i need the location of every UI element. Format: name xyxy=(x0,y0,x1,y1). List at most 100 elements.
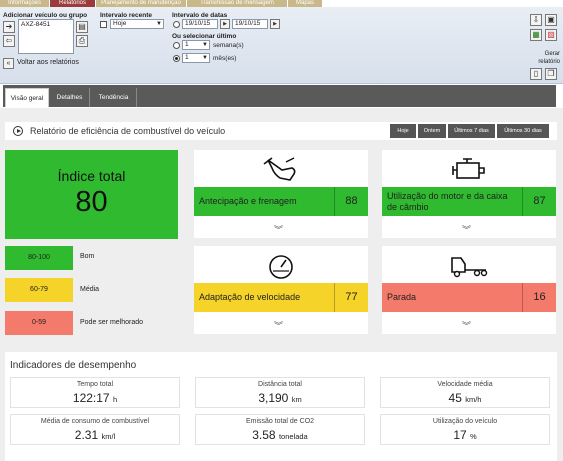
perf-value: 17 xyxy=(453,428,467,442)
card-label: Parada xyxy=(387,292,417,302)
card-score-bar: Parada 16 xyxy=(382,283,556,312)
legend-swatch-pode-ser-melhorado: 0-59 xyxy=(5,311,73,335)
perf-value: 2.31 xyxy=(74,428,99,442)
weeks-unit: semana(s) xyxy=(213,42,244,49)
double-chevron-down-icon[interactable]: ︾ xyxy=(462,223,471,236)
perf-distancia-total: Distância total 3,190 km xyxy=(195,377,365,408)
perf-velocidade-media: Velocidade média 45 km/h xyxy=(380,377,550,408)
legend-swatch-bom: 80-100 xyxy=(5,246,73,270)
period-7-days-button[interactable]: Últimos 7 dias xyxy=(448,124,495,138)
perf-value: 3,190 xyxy=(258,391,289,405)
card-score-bar: Utilização do motor e da caixa de câmbio… xyxy=(382,187,556,216)
perf-value-line: 3,190 km xyxy=(196,391,364,405)
save-icon: ▣ xyxy=(547,15,555,24)
date-to-picker[interactable]: ▶ xyxy=(270,19,280,29)
card-label: Antecipação e frenagem xyxy=(199,196,297,206)
pdf-button[interactable]: ▧ xyxy=(545,29,557,41)
card-adaptacao-velocidade[interactable]: Adaptação de velocidade 77 ︾ xyxy=(194,246,368,334)
play-icon[interactable] xyxy=(13,126,23,136)
perf-tempo-total: Tempo total 122:17 h xyxy=(10,377,180,408)
double-chevron-down-icon[interactable]: ︾ xyxy=(274,223,283,236)
report-toolbar: Adicionar veículo ou grupo ➔ ⇦ AXZ-8451 … xyxy=(0,7,563,84)
save-button[interactable]: ▣ xyxy=(545,14,557,26)
card-utilizacao-motor[interactable]: Utilização do motor e da caixa de câmbio… xyxy=(382,150,556,238)
legend-swatch-media: 60-79 xyxy=(5,278,73,302)
weeks-select[interactable]: 1 ▼ xyxy=(182,40,210,50)
generate-report-label: Gerar relatório xyxy=(538,51,560,65)
recent-interval-value: Hoje xyxy=(113,20,127,27)
months-radio[interactable] xyxy=(173,55,180,62)
period-ontem-button[interactable]: Ontem xyxy=(418,124,446,138)
chevron-down-icon: ▼ xyxy=(202,55,208,61)
excel-button[interactable]: ▦ xyxy=(530,29,542,41)
tab-tendencia[interactable]: Tendência xyxy=(91,88,137,107)
calendar-arrow-icon: ▶ xyxy=(273,21,277,27)
period-30-days-button[interactable]: Últimos 30 dias xyxy=(497,124,549,138)
top-tab-mapas[interactable]: Mapas xyxy=(288,0,322,7)
generate-report-button[interactable]: ▯ xyxy=(530,68,542,80)
perf-unit: km xyxy=(291,395,302,404)
date-to-value: 19/10/15 xyxy=(235,20,261,27)
add-arrow-button[interactable]: ➔ xyxy=(3,21,15,33)
chevron-down-icon: ▼ xyxy=(156,21,162,27)
total-index-label: Índice total xyxy=(57,168,126,184)
vehicle-picker-button[interactable]: ▤ xyxy=(76,21,88,33)
top-tab-informacoes[interactable]: Informações xyxy=(0,0,49,7)
top-tab-planejamento[interactable]: Planejamento de manutenção xyxy=(96,0,186,7)
document-icon: ▯ xyxy=(533,69,539,78)
chevron-down-icon: ▼ xyxy=(202,42,208,48)
recent-interval-checkbox[interactable] xyxy=(100,21,107,28)
tab-detalhes[interactable]: Detalhes xyxy=(50,88,90,107)
months-value: 1 xyxy=(185,54,189,61)
generate-report-copy-button[interactable]: ❐ xyxy=(545,68,557,80)
perf-value-line: 2.31 km/l xyxy=(11,428,179,442)
card-label: Utilização do motor e da caixa de câmbio xyxy=(387,190,508,212)
print-icon: ⎙ xyxy=(78,36,86,45)
copy-icon: ❐ xyxy=(547,69,555,78)
perf-emissao-co2: Emissão total de CO2 3.58 tonelada xyxy=(195,414,365,445)
date-from-input[interactable]: 19/10/15 xyxy=(182,19,218,29)
perf-unit: h xyxy=(112,395,118,404)
arrow-right-icon: ➔ xyxy=(5,22,13,31)
view-tab-bar: Visão geral Detalhes Tendência xyxy=(0,84,563,108)
card-parada[interactable]: Parada 16 ︾ xyxy=(382,246,556,334)
weeks-radio[interactable] xyxy=(173,42,180,49)
perf-label: Emissão total de CO2 xyxy=(245,418,315,425)
top-tab-relatorios[interactable]: Relatórios xyxy=(50,0,95,7)
perf-value: 45 xyxy=(448,391,462,405)
export-icon: ⇩ xyxy=(532,15,540,24)
remove-arrow-button[interactable]: ⇦ xyxy=(3,35,15,47)
back-to-reports-link[interactable]: Voltar aos relatórios xyxy=(17,59,79,66)
date-interval-label: Intervalo de datas xyxy=(172,12,228,19)
tab-visao-geral[interactable]: Visão geral xyxy=(5,88,49,107)
speedometer-icon xyxy=(269,255,293,279)
double-chevron-down-icon[interactable]: ︾ xyxy=(274,319,283,332)
truck-idle-icon xyxy=(451,257,488,278)
or-select-last-label: Ou selecionar último xyxy=(172,33,237,40)
card-antecipacao-frenagem[interactable]: Antecipação e frenagem 88 ︾ xyxy=(194,150,368,238)
weeks-value: 1 xyxy=(185,41,189,48)
excel-icon: ▦ xyxy=(532,30,540,39)
export-button[interactable]: ⇩ xyxy=(530,14,542,26)
total-index-panel: Índice total 80 xyxy=(5,150,178,239)
legend-label-bom: Bom xyxy=(80,253,95,260)
perf-unit: km/l xyxy=(101,432,116,441)
arrow-left-icon: ⇦ xyxy=(5,36,13,45)
months-select[interactable]: 1 ▼ xyxy=(182,53,210,63)
perf-value-line: 122:17 h xyxy=(11,391,179,405)
date-to-input[interactable]: 19/10/15 xyxy=(232,19,268,29)
vehicle-print-button[interactable]: ⎙ xyxy=(76,35,88,47)
card-score-bar: Adaptação de velocidade 77 xyxy=(194,283,368,312)
vehicle-list-item[interactable]: AXZ-8451 xyxy=(21,21,71,28)
top-tab-transmissao[interactable]: Transmissão de mensagem xyxy=(187,0,287,7)
recent-interval-select[interactable]: Hoje ▼ xyxy=(110,19,164,29)
date-interval-radio[interactable] xyxy=(173,21,180,28)
perf-value-line: 3.58 tonelada xyxy=(196,428,364,442)
vehicle-list[interactable]: AXZ-8451 xyxy=(18,19,74,54)
date-from-picker[interactable]: ▶ xyxy=(220,19,230,29)
perf-value: 3.58 xyxy=(252,428,276,442)
period-hoje-button[interactable]: Hoje xyxy=(390,124,416,138)
back-button[interactable]: « xyxy=(3,58,14,69)
perf-value: 122:17 xyxy=(72,391,110,405)
double-chevron-down-icon[interactable]: ︾ xyxy=(462,319,471,332)
